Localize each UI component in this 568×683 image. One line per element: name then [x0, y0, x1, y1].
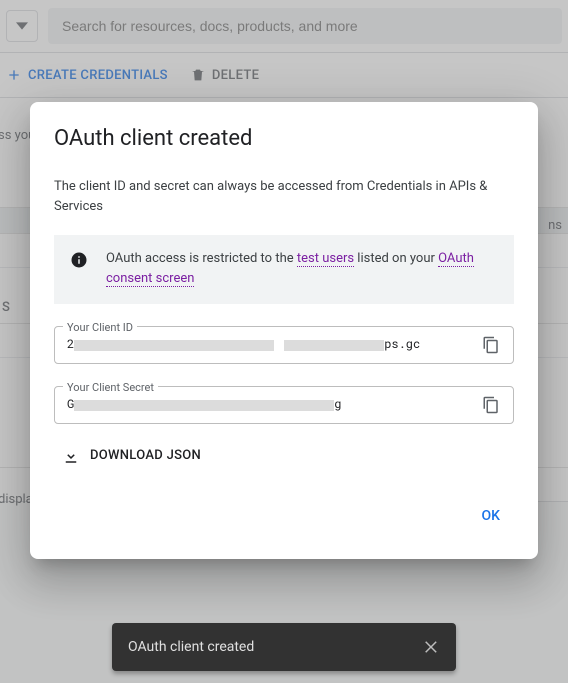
client-secret-value[interactable]: Gg	[67, 395, 477, 414]
client-secret-field: Your Client Secret Gg	[54, 386, 514, 424]
download-json-button[interactable]: DOWNLOAD JSON	[62, 446, 201, 466]
copy-client-secret-button[interactable]	[477, 391, 505, 419]
copy-client-id-button[interactable]	[477, 331, 505, 359]
ok-button[interactable]: OK	[468, 498, 515, 536]
info-text: OAuth access is restricted to the test u…	[106, 249, 498, 289]
close-icon	[423, 638, 441, 656]
dialog-intro-text: The client ID and secret can always be a…	[54, 177, 514, 217]
info-box: OAuth access is restricted to the test u…	[54, 235, 514, 303]
client-id-value[interactable]: 2ps.gc	[67, 335, 477, 354]
client-secret-label: Your Client Secret	[63, 379, 158, 396]
download-icon	[62, 447, 80, 465]
client-id-label: Your Client ID	[63, 319, 137, 336]
snackbar-message: OAuth client created	[128, 639, 254, 655]
info-icon	[70, 251, 88, 269]
oauth-client-created-dialog: OAuth client created The client ID and s…	[30, 102, 538, 559]
snackbar: OAuth client created	[112, 623, 456, 671]
copy-icon	[482, 336, 500, 354]
dialog-title: OAuth client created	[54, 126, 514, 151]
client-id-field: Your Client ID 2ps.gc	[54, 326, 514, 364]
copy-icon	[482, 396, 500, 414]
test-users-link[interactable]: test users	[297, 251, 354, 267]
download-json-label: DOWNLOAD JSON	[90, 446, 201, 466]
snackbar-close-button[interactable]	[416, 631, 448, 663]
